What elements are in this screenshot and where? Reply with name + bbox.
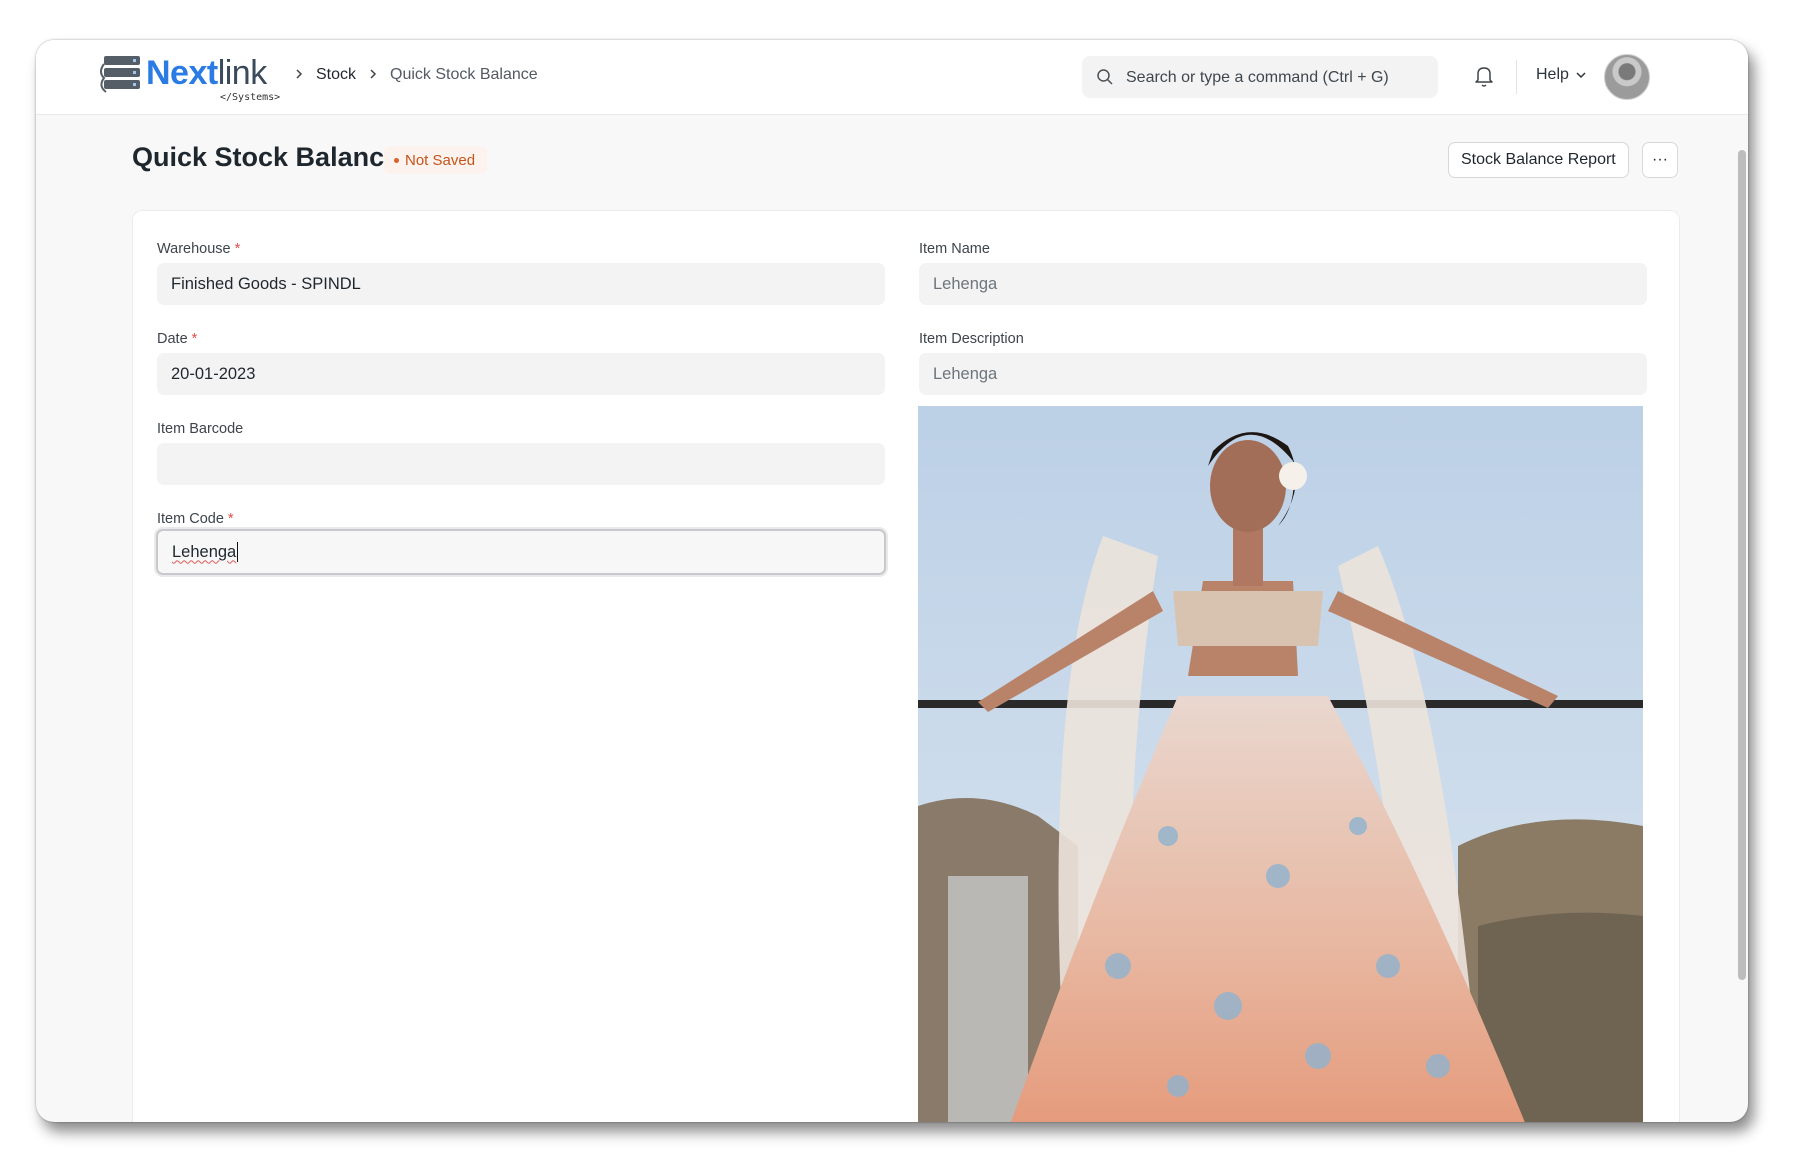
date-field[interactable]: 20-01-2023 [157,353,885,395]
chevron-right-icon [368,67,378,83]
server-stack-icon [100,56,144,94]
item-code-field[interactable]: Lehenga [156,529,886,575]
navbar: Nextlink </Systems> Stock Quick Stock Ba… [36,40,1748,115]
item-barcode-field[interactable] [157,443,885,485]
help-dropdown[interactable]: Help [1536,66,1587,84]
stock-balance-report-button[interactable]: Stock Balance Report [1448,142,1629,178]
chevron-down-icon [1576,72,1586,79]
breadcrumb: Stock Quick Stock Balance [294,66,538,84]
vertical-scrollbar[interactable] [1738,150,1746,980]
item-name-label: Item Name [919,241,990,257]
logo-brand-b: link [217,54,268,92]
required-marker: * [227,511,234,527]
required-marker: * [234,241,241,257]
item-description-field: Lehenga [919,353,1647,395]
required-marker: * [191,331,198,347]
logo-text: Nextlink [146,54,267,93]
status-badge: Not Saved [384,146,488,174]
item-code-value: Lehenga [172,542,237,561]
breadcrumb-quick-stock-balance[interactable]: Quick Stock Balance [390,66,538,84]
search-bar[interactable] [1082,56,1438,100]
warehouse-label-text: Warehouse [157,241,231,257]
date-label-text: Date [157,331,188,347]
status-text: Not Saved [405,151,476,169]
nav-divider [1516,60,1517,94]
page-title: Quick Stock Balance [132,142,400,172]
search-input[interactable] [1124,56,1428,100]
warehouse-field[interactable]: Finished Goods - SPINDL [157,263,885,305]
status-dot [394,157,399,163]
warehouse-label: Warehouse * [157,241,240,257]
app-window: Nextlink </Systems> Stock Quick Stock Ba… [36,40,1748,1122]
nextlink-logo[interactable]: Nextlink </Systems> [100,54,312,103]
item-photo-illustration [918,406,1643,1122]
date-label: Date * [157,331,197,347]
breadcrumb-stock[interactable]: Stock [316,66,356,84]
logo-subtitle: </Systems> [220,92,281,103]
item-image [918,406,1643,1122]
item-barcode-label: Item Barcode [157,421,244,437]
user-avatar[interactable] [1604,54,1650,100]
item-name-field: Lehenga [919,263,1647,305]
chevron-right-icon [294,67,304,83]
item-code-label-text: Item Code [157,511,224,527]
item-code-label: Item Code * [157,511,234,527]
bell-icon[interactable] [1472,63,1496,89]
search-icon [1097,69,1113,85]
help-label: Help [1536,66,1569,83]
item-description-label: Item Description [919,331,1024,347]
more-actions-button[interactable]: ··· [1642,142,1678,178]
logo-brand-a: Next [146,54,218,92]
text-caret [237,542,239,562]
